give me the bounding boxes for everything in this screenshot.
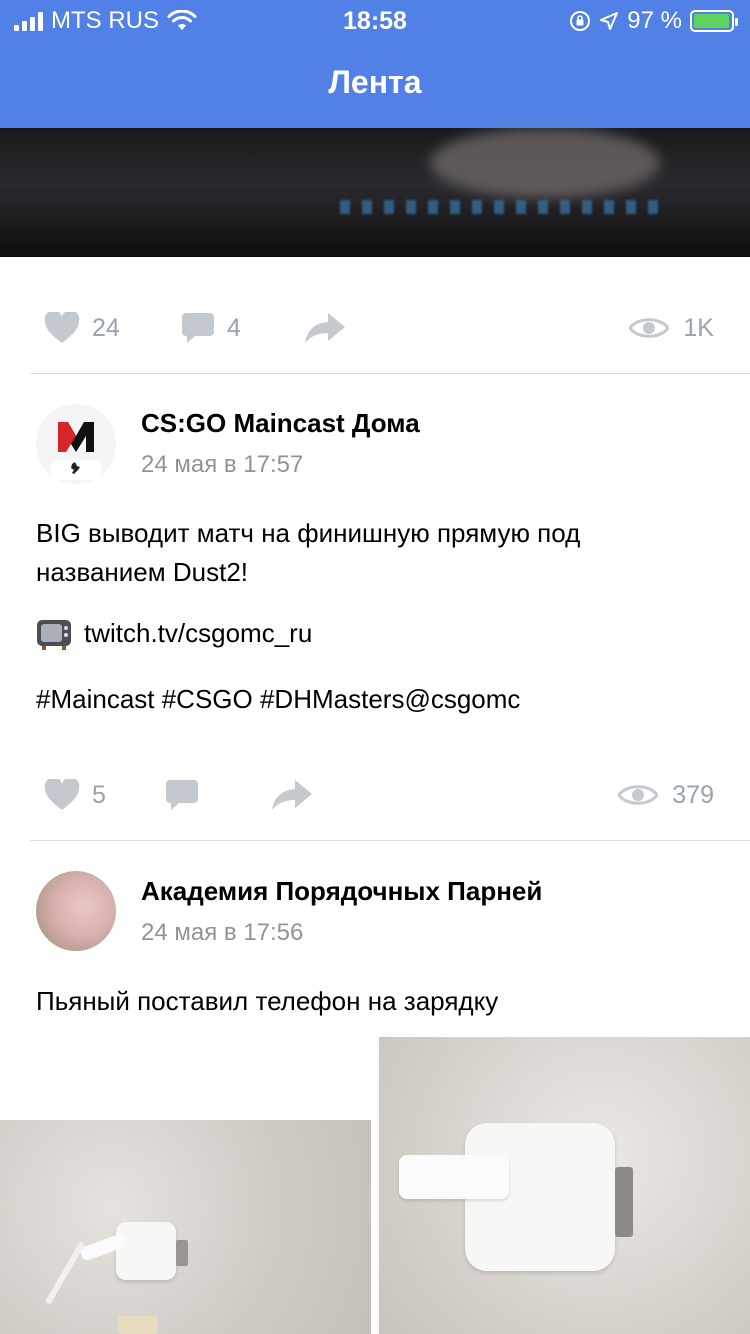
post-text: BIG выводит матч на финишную прямую под … (36, 514, 716, 592)
post-link-row: twitch.tv/csgomc_ru (36, 614, 716, 653)
post-text-line: названием Dust2! (36, 557, 249, 587)
post-divider (30, 373, 750, 374)
comment-button[interactable]: 4 (181, 298, 241, 358)
post-divider (30, 840, 750, 841)
post-author[interactable]: CS:GO Maincast Дома (141, 408, 420, 439)
post-text: Пьяный поставил телефон на зарядку (36, 986, 499, 1016)
post-text-line: BIG выводит матч на финишную прямую под (36, 518, 581, 548)
orientation-lock-icon (570, 11, 591, 31)
post-photo-charger-left[interactable] (0, 1120, 371, 1334)
avatar[interactable] (36, 404, 116, 484)
post-hashtags[interactable]: #Maincast #CSGO #DHMasters@csgomc (36, 680, 716, 719)
page-title: Лента (328, 64, 422, 100)
like-count: 5 (92, 780, 106, 809)
maincast-logo (36, 404, 116, 484)
post-actions: 24 4 1K (0, 298, 750, 358)
views-counter: 1K (629, 298, 714, 358)
share-arrow-icon (272, 780, 312, 810)
television-icon (37, 619, 71, 650)
heart-icon (44, 779, 80, 810)
post-actions: 5 379 (0, 765, 750, 825)
comment-icon (166, 780, 198, 810)
like-count: 24 (92, 313, 120, 342)
status-bar: MTS RUS 18:58 97 % (0, 0, 750, 40)
views-count: 1K (683, 313, 714, 342)
comment-button[interactable] (165, 765, 199, 825)
comment-icon (182, 313, 214, 343)
avatar[interactable] (36, 871, 116, 951)
post-photo-keyboard[interactable] (0, 128, 750, 257)
eye-icon (629, 318, 670, 338)
like-button[interactable]: 24 (44, 298, 120, 358)
share-button[interactable] (304, 298, 346, 358)
share-arrow-icon (305, 313, 345, 343)
post-author[interactable]: Академия Порядочных Парней (141, 876, 542, 907)
like-button[interactable]: 5 (44, 765, 106, 825)
heart-icon (44, 312, 80, 343)
comment-count: 4 (227, 313, 241, 342)
battery-percent: 97 % (627, 7, 682, 34)
top-bar: MTS RUS 18:58 97 % Лента (0, 0, 750, 128)
post-link[interactable]: twitch.tv/csgomc_ru (84, 614, 312, 653)
location-arrow-icon (600, 12, 619, 30)
battery-icon (690, 10, 738, 32)
post-date: 24 мая в 17:57 (141, 451, 304, 478)
post-photo-charger-right[interactable] (379, 1037, 750, 1334)
views-count: 379 (672, 780, 714, 809)
post-date: 24 мая в 17:56 (141, 919, 304, 946)
eye-icon (618, 785, 659, 805)
views-counter: 379 (618, 765, 714, 825)
status-right: 97 % (569, 7, 738, 35)
share-button[interactable] (271, 765, 313, 825)
